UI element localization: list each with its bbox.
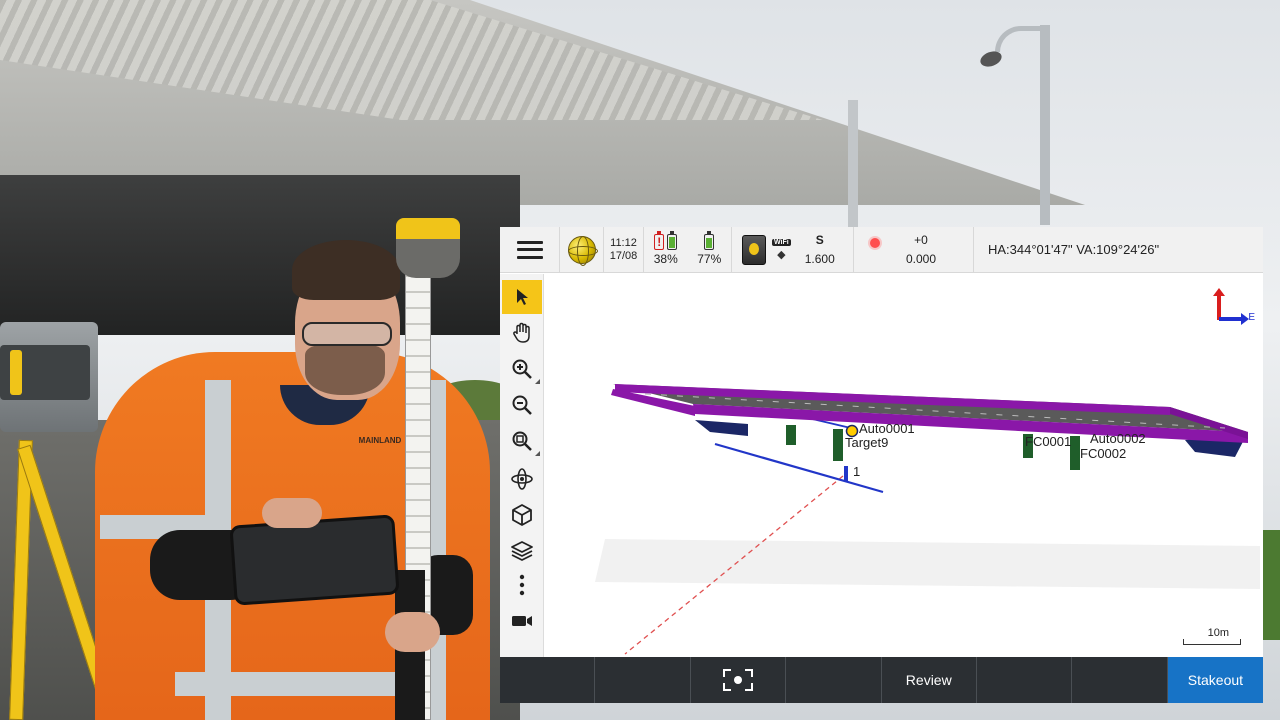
total-station-accent bbox=[10, 350, 22, 395]
zoom-in-icon bbox=[512, 359, 532, 379]
glasses bbox=[302, 322, 392, 346]
review-button[interactable]: Review bbox=[882, 657, 977, 703]
hand bbox=[385, 612, 440, 652]
battery-low-icon: ! bbox=[654, 230, 665, 250]
battery-controller: ! 38% bbox=[653, 230, 678, 266]
prism-offset: +0 bbox=[914, 232, 928, 247]
hand bbox=[262, 498, 322, 528]
bridge-pier bbox=[786, 425, 796, 445]
gnss-status-button[interactable] bbox=[560, 227, 604, 272]
orbit-icon bbox=[511, 468, 533, 490]
hand-icon bbox=[513, 322, 530, 343]
softkey-2[interactable] bbox=[595, 657, 691, 703]
surveyor-beard bbox=[305, 345, 385, 395]
submenu-indicator bbox=[535, 379, 540, 384]
bottom-action-bar: Review Stakeout bbox=[500, 657, 1263, 703]
focus-target-icon bbox=[722, 669, 753, 691]
map-toolbar bbox=[500, 274, 544, 657]
more-tools[interactable] bbox=[502, 568, 542, 602]
clock: 11:12 17/08 bbox=[604, 227, 644, 272]
hamburger-icon bbox=[516, 240, 543, 259]
video-tool[interactable] bbox=[502, 604, 542, 638]
point-label-fc0002: FC0002 bbox=[1080, 446, 1126, 461]
abutment bbox=[695, 420, 748, 436]
zoom-out-icon bbox=[512, 395, 532, 415]
total-station-icon bbox=[742, 234, 766, 265]
laser-target-icon bbox=[870, 237, 880, 248]
scale-bar bbox=[1183, 639, 1241, 645]
pan-tool[interactable] bbox=[502, 316, 542, 350]
zoom-out-tool[interactable] bbox=[502, 388, 542, 422]
orbit-tool[interactable] bbox=[502, 462, 542, 496]
angle-text: HA:344°01'47" VA:109°24'26" bbox=[988, 242, 1160, 257]
offset-value: 0.000 bbox=[906, 251, 937, 266]
map-viewport[interactable]: Auto0001 Target9 FC0001 Auto0002 FC0002 … bbox=[545, 274, 1263, 657]
instrument-status-button[interactable]: WiFi ◆ S 1.600 bbox=[732, 227, 854, 272]
layers-tool[interactable] bbox=[502, 534, 542, 568]
field-software-window: 11:12 17/08 ! 38% 77% WiFi ◆ S 1.600 +0 … bbox=[500, 227, 1263, 703]
wifi-icon: ◆ bbox=[777, 248, 786, 261]
wifi-badge: WiFi bbox=[772, 238, 791, 246]
cursor-arrow-icon bbox=[517, 289, 528, 305]
sign-pole bbox=[848, 100, 858, 230]
softkey-7[interactable] bbox=[1072, 657, 1168, 703]
status-bar: 11:12 17/08 ! 38% 77% WiFi ◆ S 1.600 +0 … bbox=[500, 227, 1263, 273]
model-canvas[interactable]: Auto0001 Target9 FC0001 Auto0002 FC0002 … bbox=[545, 274, 1263, 657]
grass-edge bbox=[1262, 530, 1280, 640]
battery-receiver-percent: 77% bbox=[697, 251, 722, 266]
stakeout-button[interactable]: Stakeout bbox=[1167, 657, 1263, 703]
zoom-extents-icon bbox=[512, 431, 532, 451]
cube-icon bbox=[512, 504, 532, 526]
jacket-logo: MAINLAND bbox=[358, 436, 402, 445]
point-label-fc0001: FC0001 bbox=[1025, 434, 1071, 449]
point-label-auto0002: Auto0002 bbox=[1090, 431, 1146, 446]
date-text: 17/08 bbox=[609, 249, 638, 262]
menu-button[interactable] bbox=[500, 227, 560, 272]
submenu-indicator bbox=[535, 451, 540, 456]
battery-status[interactable]: ! 38% 77% bbox=[644, 227, 732, 272]
bridge-pier bbox=[1070, 436, 1080, 470]
target-height: 1.600 bbox=[804, 251, 835, 266]
point-label-auto0001: Auto0001 bbox=[859, 421, 915, 436]
globe-icon bbox=[567, 235, 598, 266]
angle-readout: HA:344°01'47" VA:109°24'26" bbox=[974, 227, 1263, 272]
east-axis-label: E bbox=[1248, 312, 1255, 323]
view-3d-tool[interactable] bbox=[502, 498, 542, 532]
stake-point-marker[interactable] bbox=[844, 466, 848, 482]
battery-icon bbox=[667, 230, 678, 250]
point-label-target9: Target9 bbox=[845, 435, 888, 450]
battery-icon bbox=[704, 230, 715, 250]
time-text: 11:12 bbox=[610, 236, 637, 249]
layers-icon bbox=[511, 541, 533, 561]
field-tablet bbox=[229, 514, 400, 606]
softkey-1[interactable] bbox=[500, 657, 596, 703]
softkey-6[interactable] bbox=[977, 657, 1073, 703]
video-camera-icon bbox=[512, 616, 532, 626]
zoom-in-tool[interactable] bbox=[502, 352, 542, 386]
east-axis-icon bbox=[1219, 313, 1249, 325]
surveyor-hair bbox=[292, 240, 400, 300]
instrument-face: S bbox=[815, 232, 824, 247]
gnss-receiver bbox=[396, 218, 460, 278]
point-label-1: 1 bbox=[853, 464, 860, 479]
softkey-4[interactable] bbox=[786, 657, 882, 703]
scale-label: 10m bbox=[1207, 627, 1229, 639]
target-status-button[interactable]: +0 0.000 bbox=[854, 227, 974, 272]
battery-receiver: 77% bbox=[697, 230, 722, 266]
battery-controller-percent: 38% bbox=[653, 251, 678, 266]
more-vertical-icon bbox=[519, 574, 525, 596]
target-focus-button[interactable] bbox=[691, 657, 787, 703]
zoom-extents-tool[interactable] bbox=[502, 424, 542, 458]
select-tool[interactable] bbox=[502, 280, 542, 314]
lamp-post bbox=[1040, 25, 1050, 225]
ground-plane bbox=[595, 539, 1260, 589]
reflective-stripe bbox=[175, 672, 395, 696]
bridge-pier bbox=[833, 429, 843, 461]
